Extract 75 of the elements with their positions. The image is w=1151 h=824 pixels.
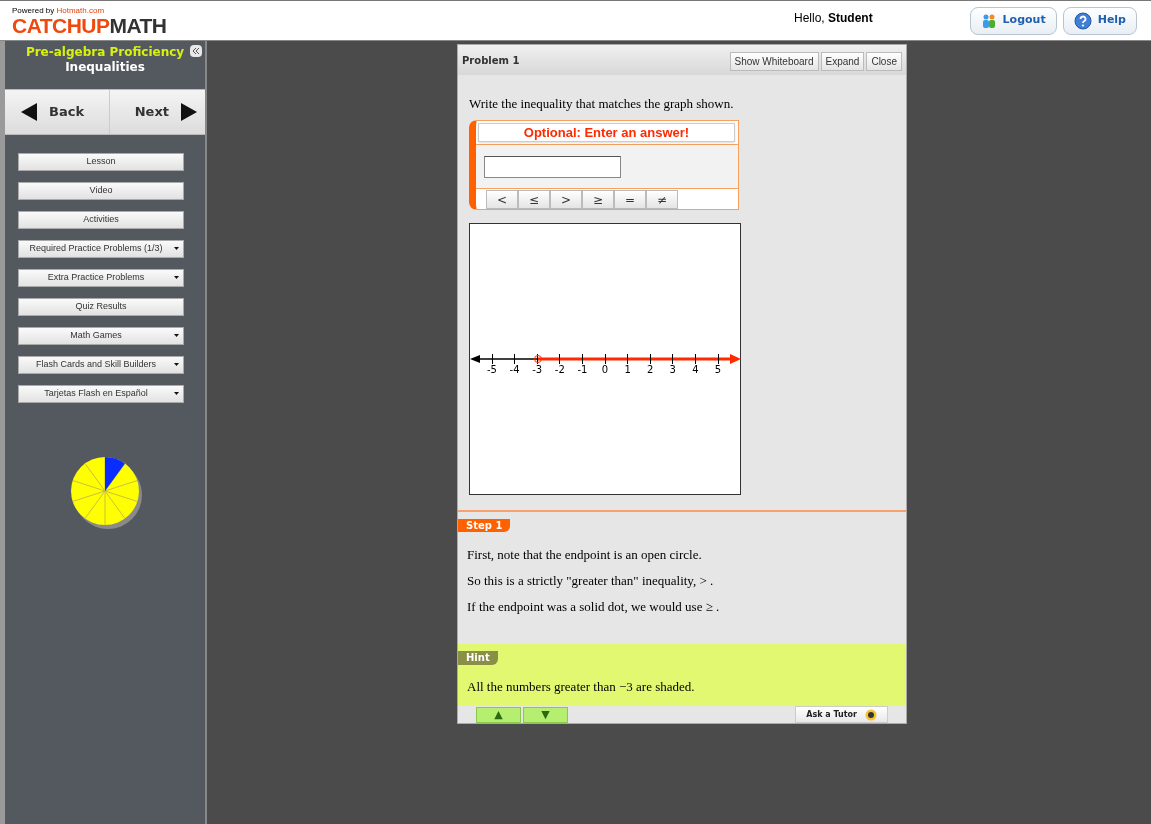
tick-label: 0 [601,365,609,375]
left-triangle-icon [21,103,37,121]
symbol-key[interactable]: < [486,190,518,209]
hint-tag: Hint [458,651,498,665]
question-text: Write the inequality that matches the graph shown. [469,97,735,110]
step-text: So this is a strictly "greater than" inequality, > . [467,572,715,589]
course-title: Pre-algebra Proficiency [25,45,185,60]
tick-label: 3 [669,365,676,375]
dropdown-caret-icon [174,247,179,251]
dropdown-caret-icon [174,276,179,280]
number-line-axis [470,355,538,363]
help-button[interactable]: Help [1062,6,1137,35]
sidebar-menu-button[interactable]: Video [18,182,184,200]
tick-mark [717,354,719,364]
panel-button[interactable]: Show Whiteboard [729,52,819,71]
sidebar-menu-button[interactable]: Math Games [18,327,184,345]
dropdown-caret-icon [174,334,179,338]
panel-button[interactable]: Expand [820,52,865,71]
tick-label: -1 [577,365,588,375]
tick-mark [536,354,538,364]
tick-mark [627,354,629,364]
answer-banner: Optional: Enter an answer! [478,123,735,142]
symbol-key[interactable]: ≤ [518,190,550,209]
double-chevron-icon [192,47,200,55]
sidebar-menu-button[interactable]: Activities [18,211,184,229]
tick-label: -5 [487,365,497,375]
greeting-text: Hello, Student [794,11,873,25]
tick-mark [559,354,561,364]
right-triangle-icon [181,103,197,121]
sidebar-menu-button[interactable]: Extra Practice Problems [18,269,184,287]
symbol-key[interactable]: = [614,190,646,209]
next-button[interactable]: Next [109,90,205,134]
tutor-avatar-icon [865,708,877,721]
tick-mark [581,354,583,364]
problem-title: Problem 1 [462,54,520,68]
topic-title: Inequalities [65,60,145,75]
dropdown-caret-icon [174,363,179,367]
back-button[interactable]: Back [5,90,110,134]
collapse-button[interactable] [190,45,202,57]
sidebar-menu-button[interactable]: Lesson [18,153,184,171]
symbol-key[interactable]: > [550,190,582,209]
symbol-key[interactable]: ≥ [582,190,614,209]
step-down-button[interactable]: ▼ [523,706,568,723]
step-text: First, note that the endpoint is an open circle. [467,546,703,563]
sidebar-menu-button[interactable]: Flash Cards and Skill Builders [18,356,184,374]
tick-label: -3 [532,365,543,375]
people-icon [980,12,997,29]
step-up-button[interactable]: ▲ [476,706,521,723]
answer-input[interactable] [484,155,621,178]
dropdown-caret-icon [174,392,179,396]
panel-button[interactable]: Close [866,52,902,71]
tick-label: 4 [692,365,699,375]
tick-mark [491,354,493,364]
tick-mark [604,354,606,364]
tick-label: -4 [509,365,520,375]
sidebar-menu-button[interactable]: Required Practice Problems (1/3) [18,240,184,258]
sidebar-menu-button[interactable]: Tarjetas Flash en Español [18,385,184,403]
tick-mark [514,354,516,364]
sidebar-menu-button[interactable]: Quiz Results [18,298,184,316]
hint-text: All the numbers greater than −3 are shaded. [466,678,696,693]
tick-mark [649,354,651,364]
help-icon [1073,11,1092,30]
logout-button[interactable]: Logout [969,6,1057,35]
powered-by-text: Powered by Hotmath.com [12,7,106,15]
tick-label: 5 [714,365,722,375]
symbol-key[interactable]: ≠ [646,190,678,209]
ask-tutor-button[interactable]: Ask a Tutor [795,706,888,723]
tick-mark [694,354,696,364]
tick-label: -2 [554,365,565,375]
tick-label: 2 [647,365,654,375]
step-tag: Step 1 [458,519,511,532]
tick-mark [672,354,674,364]
step-text: If the endpoint was a solid dot, we would use ≥ . [467,598,721,615]
tick-label: 1 [624,365,631,375]
logo: CATCHUPMATH [12,15,168,36]
